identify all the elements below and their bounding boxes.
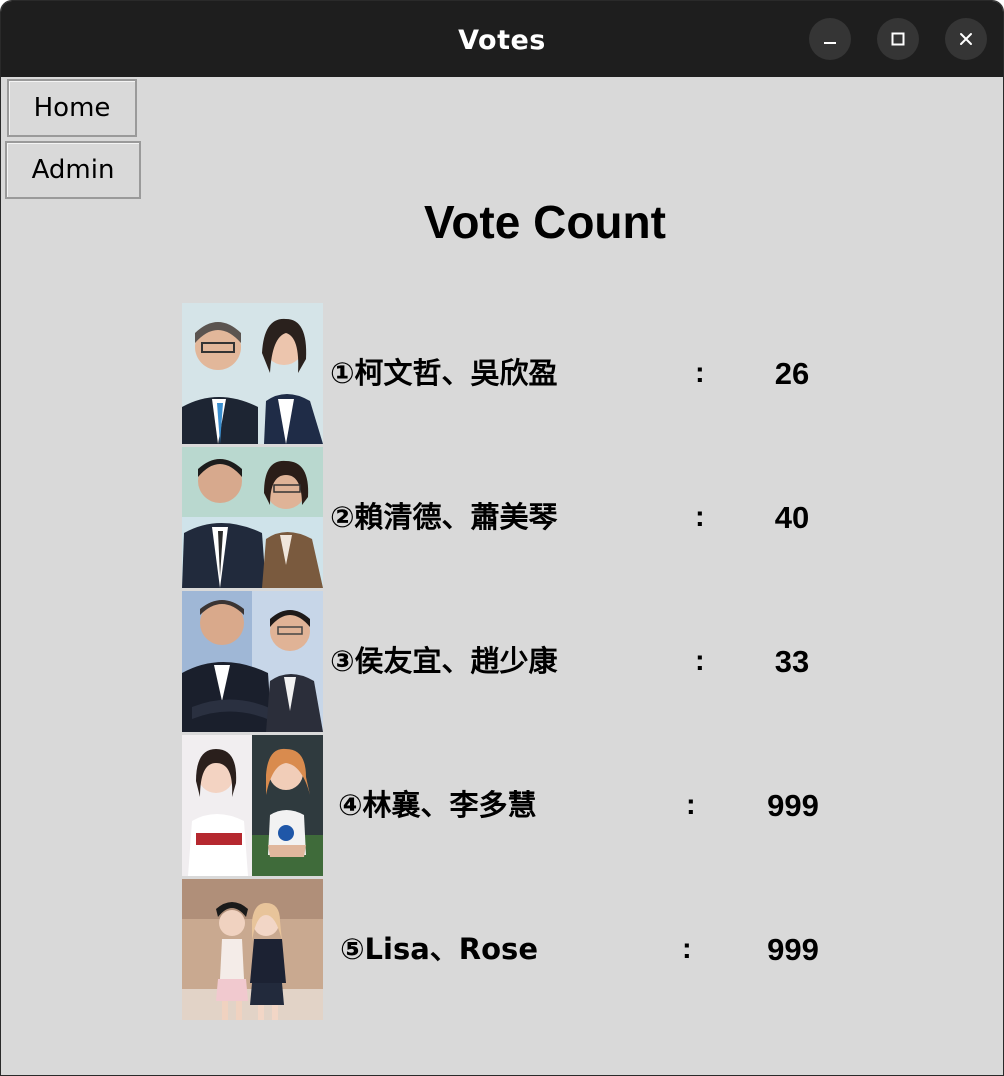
vote-count-2: 40 bbox=[774, 500, 810, 535]
home-button[interactable]: Home bbox=[7, 79, 137, 137]
candidate-name-3: ③侯友宜、趙少康 bbox=[330, 644, 558, 678]
candidate-photo-3 bbox=[182, 591, 323, 732]
candidate-name-1: ①柯文哲、吳欣盈 bbox=[330, 356, 558, 390]
minimize-button[interactable] bbox=[809, 18, 851, 60]
close-button[interactable] bbox=[945, 18, 987, 60]
candidate-photo-1 bbox=[182, 303, 323, 444]
minimize-icon bbox=[822, 31, 838, 47]
maximize-button[interactable] bbox=[877, 18, 919, 60]
vote-count-3: 33 bbox=[774, 644, 810, 679]
window-title: Votes bbox=[458, 25, 546, 56]
candidate-photo-4 bbox=[182, 735, 323, 876]
vote-count-5: 999 bbox=[767, 932, 819, 967]
candidate-row-1: ①柯文哲、吳欣盈 : 26 bbox=[182, 303, 842, 444]
candidate-photo-2 bbox=[182, 447, 323, 588]
separator-colon-5: : bbox=[682, 933, 692, 965]
separator-colon-4: : bbox=[686, 789, 696, 821]
page-title: Vote Count bbox=[424, 196, 666, 248]
vote-count-1: 26 bbox=[774, 356, 810, 391]
separator-colon-3: : bbox=[695, 645, 705, 677]
separator-colon-1: : bbox=[695, 357, 705, 389]
candidate-row-2: ②賴清德、蕭美琴 : 40 bbox=[182, 447, 842, 588]
admin-button[interactable]: Admin bbox=[5, 141, 141, 199]
candidate-name-4: ④林襄、李多慧 bbox=[338, 788, 537, 822]
close-icon bbox=[958, 31, 974, 47]
separator-colon-2: : bbox=[695, 501, 705, 533]
candidate-photo-5 bbox=[182, 879, 323, 1020]
maximize-icon bbox=[890, 31, 906, 47]
votes-window: Votes Home Admin Vote Count ①柯文哲、吳欣盈: 2… bbox=[0, 0, 1004, 1076]
client-area: Home Admin Vote Count ①柯文哲、吳欣盈: 26 ②賴清德… bbox=[1, 77, 1003, 1075]
candidate-name-5: ⑤Lisa、Rose bbox=[340, 932, 538, 966]
vote-count-4: 999 bbox=[767, 788, 819, 823]
candidate-row-3: ③侯友宜、趙少康 : 33 bbox=[182, 591, 842, 732]
candidate-row-4: ④林襄、李多慧 : 999 bbox=[182, 735, 842, 876]
title-bar[interactable]: Votes bbox=[1, 1, 1003, 77]
candidate-name-2: ②賴清德、蕭美琴 bbox=[330, 500, 558, 534]
candidate-row-5: ⑤Lisa、Rose : 999 bbox=[182, 879, 842, 1020]
